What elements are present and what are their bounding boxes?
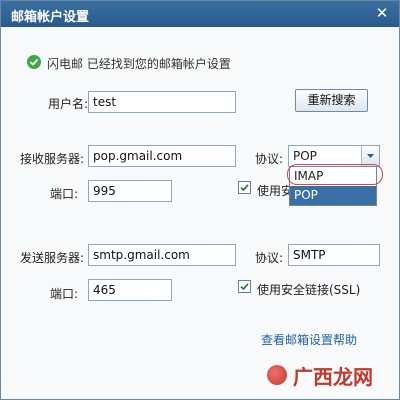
window-title: 邮箱帐户设置 <box>11 10 90 25</box>
research-button[interactable]: 重新搜索 <box>295 89 368 112</box>
outgoing-server-input[interactable]: smtp.gmail.com <box>88 244 236 266</box>
close-icon[interactable]: ✕ <box>373 4 391 22</box>
outgoing-server-label: 发送服务器: <box>20 251 85 265</box>
outgoing-port-input[interactable]: 465 <box>88 279 172 301</box>
outgoing-protocol-input[interactable]: SMTP <box>288 244 380 266</box>
incoming-server-label: 接收服务器: <box>20 152 85 166</box>
watermark-logo-icon <box>267 365 287 385</box>
imap-highlight-ring <box>287 164 383 185</box>
watermark-text: 广西龙网 <box>293 365 373 389</box>
success-check-icon <box>27 55 41 69</box>
dialog-content: 闪电邮 已经找到您的邮箱帐户设置 用户名: test 重新搜索 接收服务器: p… <box>1 27 399 399</box>
username-label: 用户名: <box>48 97 89 111</box>
incoming-protocol-label: 协议: <box>255 152 284 166</box>
outgoing-ssl-checkbox[interactable] <box>238 280 251 293</box>
status-message: 闪电邮 已经找到您的邮箱帐户设置 <box>47 57 231 71</box>
incoming-port-label: 端口: <box>50 187 79 201</box>
account-settings-dialog: 邮箱帐户设置 ✕ 闪电邮 已经找到您的邮箱帐户设置 用户名: test 重新搜索… <box>0 0 400 400</box>
username-input[interactable]: test <box>88 91 236 113</box>
chevron-down-icon[interactable] <box>361 146 379 166</box>
protocol-option-pop[interactable]: POP <box>290 186 376 205</box>
incoming-protocol-value: POP <box>293 149 317 163</box>
outgoing-port-label: 端口: <box>50 287 79 301</box>
help-link[interactable]: 查看邮箱设置帮助 <box>261 331 357 348</box>
outgoing-ssl-label: 使用安全链接(SSL) <box>257 283 361 297</box>
incoming-server-input[interactable]: pop.gmail.com <box>88 145 236 167</box>
incoming-port-input[interactable]: 995 <box>88 180 172 202</box>
outgoing-protocol-label: 协议: <box>255 251 284 265</box>
title-bar: 邮箱帐户设置 ✕ <box>1 1 399 27</box>
incoming-ssl-checkbox[interactable] <box>238 181 251 194</box>
incoming-ssl-label: 使用安全链接(SSL) <box>257 184 293 198</box>
